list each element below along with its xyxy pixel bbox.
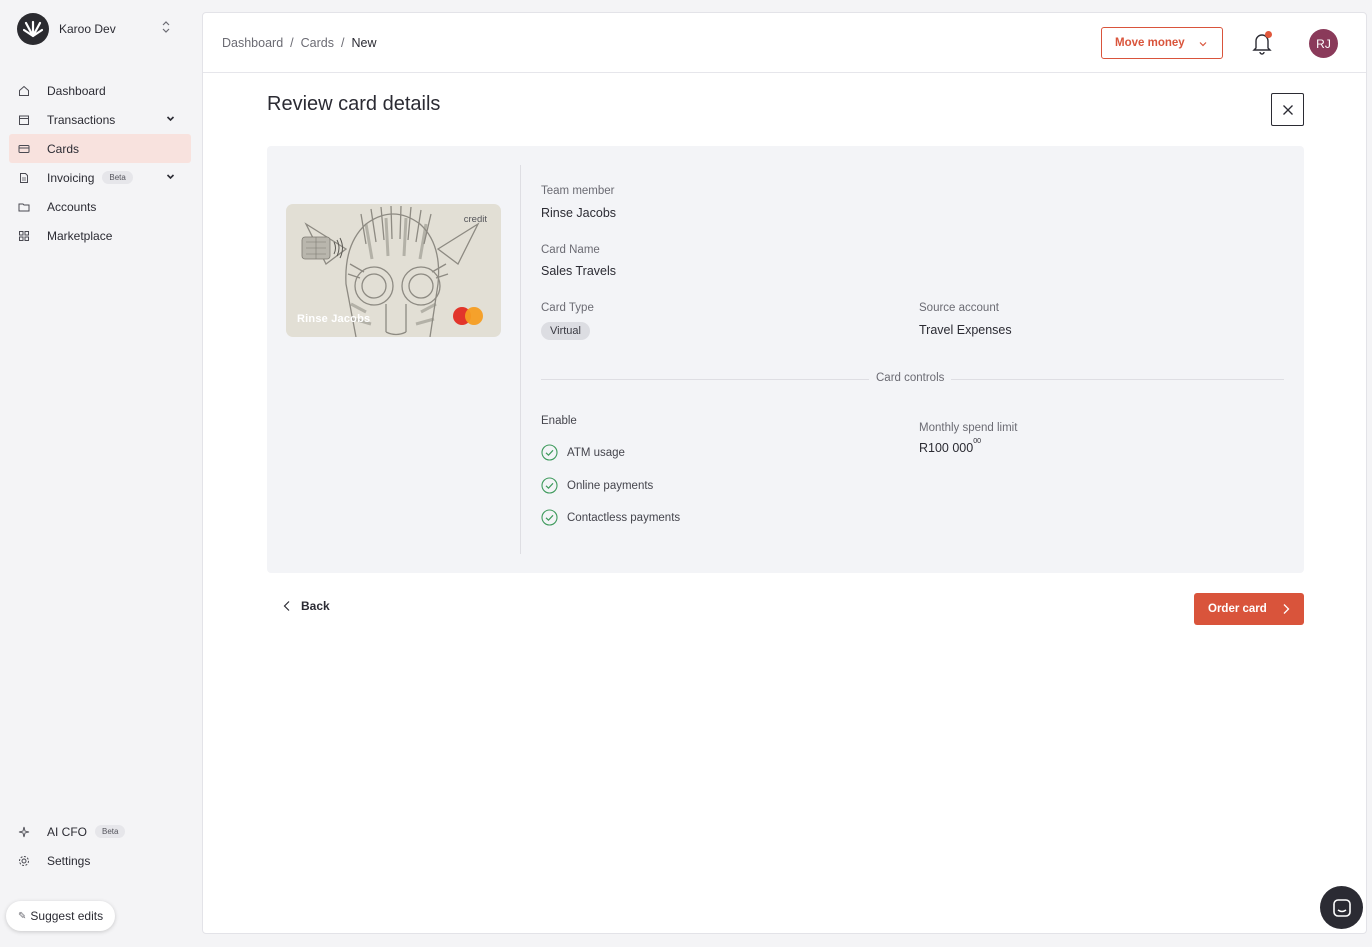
control-online-payments: Online payments: [541, 477, 653, 494]
source-account-value: Travel Expenses: [919, 323, 1012, 337]
sidebar-item-settings[interactable]: Settings: [9, 846, 191, 875]
move-money-button[interactable]: Move money: [1101, 27, 1223, 59]
close-button[interactable]: [1271, 93, 1304, 126]
review-panel: credit Rinse Jacobs Team member Rinse Ja…: [267, 146, 1304, 573]
breadcrumb-current: New: [351, 36, 377, 50]
sidebar-item-ai-cfo[interactable]: AI CFO Beta: [9, 817, 191, 846]
sidebar-item-label: Dashboard: [47, 83, 106, 98]
sidebar-item-invoicing[interactable]: Invoicing Beta: [9, 163, 191, 192]
chevron-right-icon: [1283, 604, 1290, 614]
sidebar-item-label: Transactions: [47, 112, 116, 127]
check-circle-icon: [541, 444, 558, 461]
sidebar-item-accounts[interactable]: Accounts: [9, 192, 191, 221]
beta-badge: Beta: [102, 171, 133, 184]
team-member-label: Team member: [541, 185, 615, 197]
card-name-label: Card Name: [541, 244, 600, 256]
org-name: Karoo Dev: [59, 21, 116, 36]
breadcrumb-separator: /: [340, 36, 345, 50]
control-label: Contactless payments: [567, 511, 681, 524]
chevron-down-icon[interactable]: [166, 172, 175, 181]
back-label: Back: [301, 599, 330, 613]
beta-badge: Beta: [95, 825, 126, 838]
vertical-divider: [520, 165, 521, 554]
top-bar: Dashboard / Cards / New Move money RJ: [203, 13, 1366, 73]
suggest-edits-button[interactable]: ✎ Suggest edits: [6, 901, 116, 931]
sparkle-icon: [18, 826, 30, 838]
breadcrumb: Dashboard / Cards / New: [222, 36, 376, 50]
monthly-limit-label: Monthly spend limit: [919, 422, 1018, 434]
card-holder-name: Rinse Jacobs: [297, 313, 371, 325]
sidebar-item-label: Marketplace: [47, 228, 113, 243]
enable-label: Enable: [541, 415, 577, 427]
chevron-left-icon: [283, 601, 290, 611]
sidebar-item-label: Cards: [47, 141, 80, 156]
page-title: Review card details: [267, 93, 441, 115]
sidebar-item-transactions[interactable]: Transactions: [9, 105, 191, 134]
back-button[interactable]: Back: [283, 599, 330, 613]
card-name-value: Sales Travels: [541, 264, 617, 278]
card-icon: [18, 143, 30, 155]
pencil-icon: ✎: [18, 910, 27, 922]
chat-launcher-button[interactable]: [1320, 886, 1363, 929]
control-label: ATM usage: [567, 446, 625, 459]
notifications-bell-icon[interactable]: [1251, 31, 1273, 55]
control-atm-usage: ATM usage: [541, 444, 625, 461]
source-account-label: Source account: [919, 302, 999, 314]
sidebar-item-marketplace[interactable]: Marketplace: [9, 221, 191, 250]
breadcrumb-cards[interactable]: Cards: [301, 36, 334, 50]
monthly-limit-value: R100 00000: [919, 438, 982, 455]
sidebar-item-dashboard[interactable]: Dashboard: [9, 76, 191, 105]
avatar[interactable]: RJ: [1309, 29, 1338, 58]
team-member-value: Rinse Jacobs: [541, 206, 617, 220]
card-preview: credit Rinse Jacobs: [286, 204, 501, 337]
monthly-limit-amount: R100 000: [919, 441, 974, 455]
control-label: Online payments: [567, 479, 654, 492]
move-money-label: Move money: [1115, 37, 1185, 49]
gear-icon: [18, 855, 30, 867]
sidebar-item-label: Settings: [47, 853, 91, 868]
main-panel: Dashboard / Cards / New Move money RJ Re…: [202, 12, 1367, 934]
sidebar-nav: Dashboard Transactions Cards Invoicing B…: [9, 76, 191, 250]
order-card-label: Order card: [1208, 603, 1267, 615]
card-controls-heading: Card controls: [869, 372, 952, 384]
card-type-chip: Virtual: [541, 322, 590, 340]
calendar-icon: [18, 114, 30, 126]
folder-icon: [18, 201, 30, 213]
karoo-logo-icon: [17, 12, 49, 45]
document-icon: [18, 172, 30, 184]
sidebar-item-label: Invoicing: [47, 170, 95, 185]
org-switcher[interactable]: Karoo Dev: [17, 12, 192, 45]
sidebar-item-cards[interactable]: Cards: [9, 134, 191, 163]
breadcrumb-dashboard[interactable]: Dashboard: [222, 36, 283, 50]
card-type-label: credit: [463, 214, 487, 225]
home-icon: [18, 85, 30, 97]
order-card-button[interactable]: Order card: [1194, 593, 1304, 625]
breadcrumb-separator: /: [290, 36, 294, 50]
sidebar: Karoo Dev Dashboard Transactions Cards I…: [0, 0, 202, 947]
close-icon: [1282, 104, 1293, 115]
chat-icon: [1332, 898, 1351, 917]
suggest-edits-label: Suggest edits: [30, 909, 104, 923]
check-circle-icon: [541, 477, 558, 494]
sidebar-item-label: Accounts: [47, 199, 97, 214]
sidebar-bottom-nav: AI CFO Beta Settings: [9, 817, 191, 875]
chevron-down-icon[interactable]: [166, 114, 175, 123]
chevron-updown-icon: [162, 21, 170, 33]
monthly-limit-cents: 00: [973, 438, 982, 445]
grid-icon: [18, 230, 30, 242]
card-type-field-label: Card Type: [541, 302, 594, 314]
control-contactless-payments: Contactless payments: [541, 509, 680, 526]
notification-dot: [1265, 31, 1272, 38]
chevron-down-icon: [1199, 42, 1207, 47]
sidebar-item-label: AI CFO: [47, 824, 88, 839]
check-circle-icon: [541, 509, 558, 526]
